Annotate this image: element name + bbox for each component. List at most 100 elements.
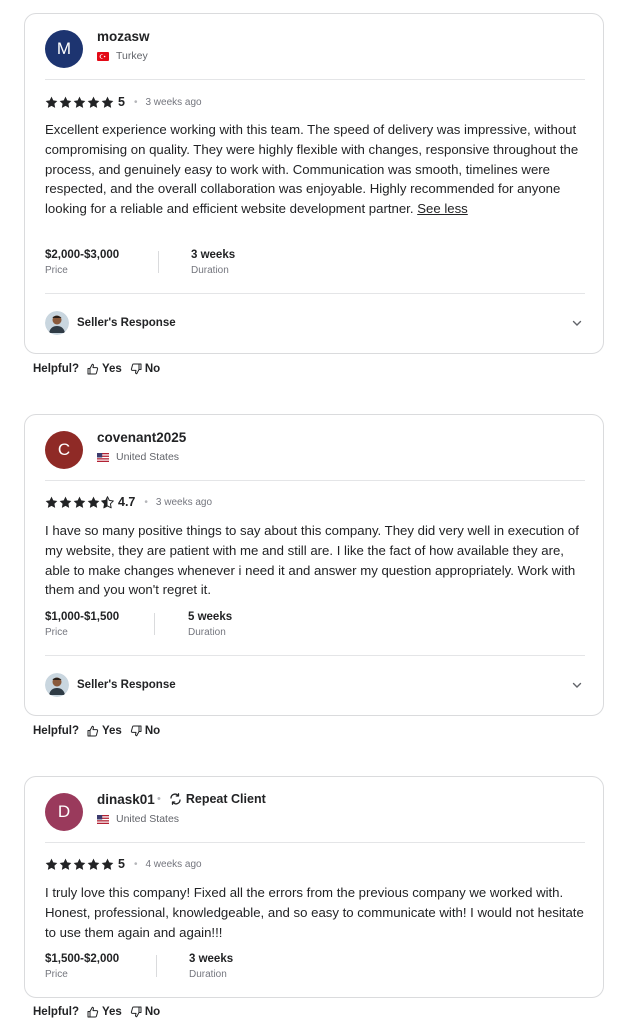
meta-divider: [156, 955, 157, 977]
no-label: No: [144, 1006, 161, 1018]
repeat-icon: [169, 793, 182, 805]
helpful-no-button[interactable]: No: [130, 1006, 160, 1018]
country-name: United States: [116, 813, 180, 825]
seller-response-label: Seller's Response: [77, 679, 176, 691]
rating-row: 4.7 • 3 weeks ago: [45, 494, 212, 510]
helpful-row: Helpful? Yes No: [33, 725, 168, 737]
star-icon: [87, 96, 100, 108]
review-body: Excellent experience working with this t…: [45, 122, 579, 217]
reviewer-header: M mozasw Turkey: [45, 27, 585, 68]
meta-divider: [158, 251, 159, 273]
yes-label: Yes: [102, 363, 122, 375]
yes-label: Yes: [102, 1006, 122, 1018]
star-icon: [87, 496, 100, 508]
divider: [45, 842, 585, 843]
star-icon: [45, 96, 58, 108]
helpful-row: Helpful? Yes No: [33, 363, 168, 375]
review-card: M mozasw Turkey 5 • 3 weeks ago Excellen…: [24, 13, 604, 354]
helpful-label: Helpful?: [33, 725, 79, 737]
seller-response-toggle[interactable]: Seller's Response: [45, 672, 585, 698]
price-label: Price: [45, 969, 68, 980]
separator-dot: •: [133, 858, 138, 870]
star-icon: [73, 96, 86, 108]
country-name: Turkey: [116, 50, 148, 62]
thumbs-down-icon: [130, 363, 142, 375]
star-icon: [101, 96, 114, 108]
review-text: Excellent experience working with this t…: [45, 120, 590, 219]
seller-response-toggle[interactable]: Seller's Response: [45, 310, 585, 336]
no-label: No: [144, 363, 161, 375]
reviewer-country: Turkey: [97, 50, 148, 62]
helpful-yes-button[interactable]: Yes: [87, 725, 122, 737]
star-icon: [59, 858, 72, 870]
separator-dot: •: [144, 496, 148, 508]
star-icon: [45, 496, 58, 508]
reviewer-country: United States: [97, 451, 179, 463]
reviewer-username[interactable]: mozasw: [97, 29, 150, 44]
helpful-yes-button[interactable]: Yes: [87, 363, 122, 375]
price-value: $1,000-$1,500: [45, 611, 120, 623]
duration-value: 3 weeks: [191, 249, 236, 261]
review-body: I have so many positive things to say ab…: [45, 523, 579, 598]
helpful-label: Helpful?: [33, 363, 79, 375]
star-icon: [59, 496, 72, 508]
rating-row: 5 • 3 weeks ago: [45, 94, 202, 110]
divider: [45, 655, 585, 656]
thumbs-down-icon: [130, 1006, 142, 1018]
star-icon: [87, 858, 100, 870]
duration-value: 5 weeks: [188, 611, 233, 623]
duration-label: Duration: [189, 969, 227, 980]
chevron-down-icon[interactable]: [571, 316, 583, 334]
star-icon: [73, 496, 86, 508]
star-icon: [59, 96, 72, 108]
thumbs-up-icon: [87, 725, 99, 737]
price-value: $2,000-$3,000: [45, 249, 120, 261]
reviewer-header: C covenant2025 United States: [45, 428, 585, 469]
reviewer-username[interactable]: dinask01: [97, 792, 155, 807]
price-label: Price: [45, 627, 68, 638]
helpful-yes-button[interactable]: Yes: [87, 1006, 122, 1018]
reviewer-avatar[interactable]: D: [45, 793, 83, 831]
review-meta: $1,000-$1,500 Price 5 weeks Duration: [45, 611, 345, 643]
review-text: I truly love this company! Fixed all the…: [45, 883, 590, 942]
meta-divider: [154, 613, 155, 635]
seller-avatar: [45, 673, 69, 697]
reviewer-avatar[interactable]: C: [45, 431, 83, 469]
reviewer-avatar[interactable]: M: [45, 30, 83, 68]
no-label: No: [144, 725, 161, 737]
seller-response-label: Seller's Response: [77, 317, 176, 329]
helpful-label: Helpful?: [33, 1006, 79, 1018]
star-rating: [45, 96, 114, 109]
chevron-down-icon[interactable]: [571, 678, 583, 696]
see-less-link[interactable]: See less: [417, 201, 468, 216]
country-name: United States: [116, 451, 180, 463]
divider: [45, 293, 585, 294]
divider: [45, 480, 585, 481]
reviewer-country: United States: [97, 813, 179, 825]
helpful-no-button[interactable]: No: [130, 363, 160, 375]
yes-label: Yes: [102, 725, 122, 737]
helpful-no-button[interactable]: No: [130, 725, 160, 737]
review-card: C covenant2025 United States 4.7 • 3 wee…: [24, 414, 604, 716]
star-rating: [45, 495, 114, 509]
duration-label: Duration: [188, 627, 226, 638]
review-body: I truly love this company! Fixed all the…: [45, 885, 584, 940]
star-rating: [45, 858, 114, 871]
reviewer-username[interactable]: covenant2025: [97, 430, 186, 445]
price-label: Price: [45, 265, 68, 276]
helpful-row: Helpful? Yes No: [33, 1006, 168, 1018]
duration-value: 3 weeks: [189, 953, 234, 965]
rating-row: 5 • 4 weeks ago: [45, 856, 202, 872]
star-icon: [101, 858, 114, 870]
turkey-flag-icon: [97, 51, 109, 61]
reviewer-header: D dinask01 • Repeat Client United States: [45, 790, 585, 831]
rating-score: 5: [118, 857, 125, 871]
rating-score: 4.7: [118, 495, 136, 509]
review-time-ago: 3 weeks ago: [155, 496, 213, 508]
repeat-client-badge: • Repeat Client: [157, 792, 266, 806]
review-time-ago: 4 weeks ago: [145, 858, 202, 870]
half-star-icon: [101, 495, 114, 508]
divider: [45, 79, 585, 80]
review-meta: $1,500-$2,000 Price 3 weeks Duration: [45, 953, 345, 985]
price-value: $1,500-$2,000: [45, 953, 120, 965]
